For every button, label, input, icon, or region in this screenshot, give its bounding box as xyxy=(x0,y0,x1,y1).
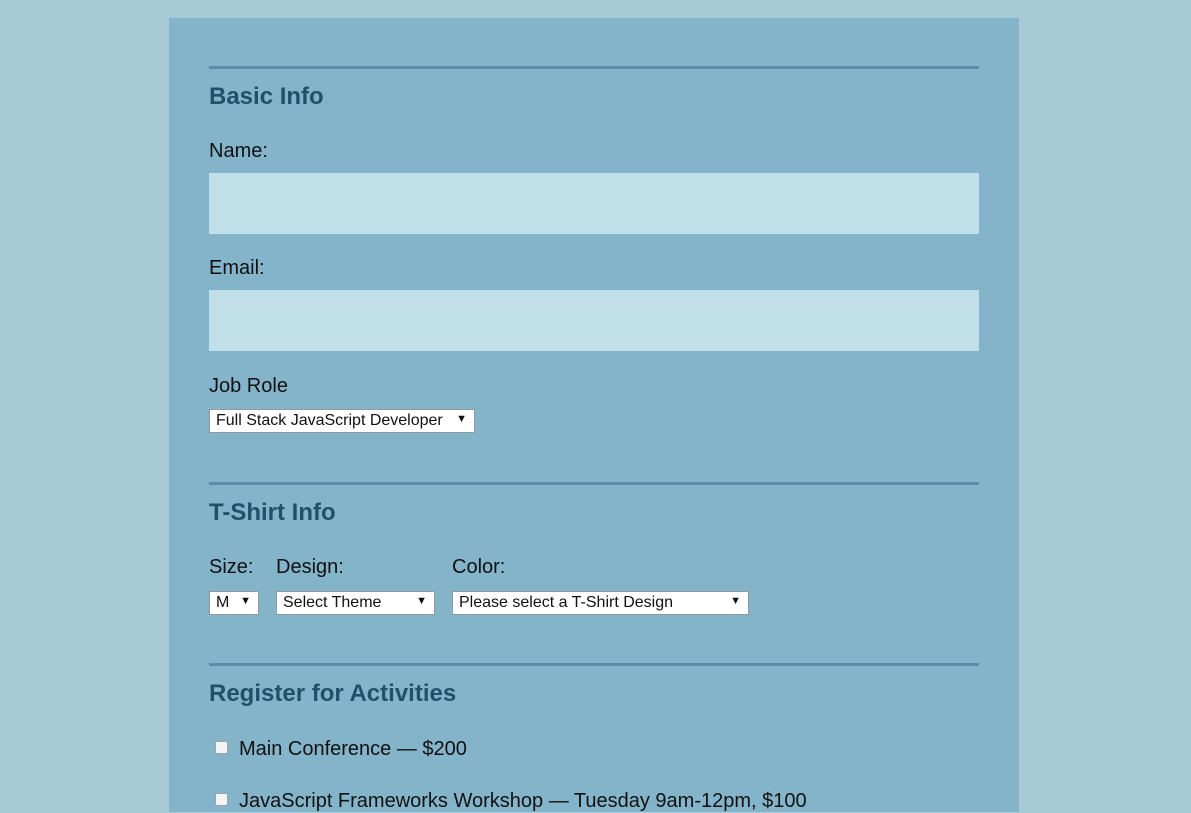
job-role-select[interactable]: Full Stack JavaScript Developer ▼ xyxy=(209,409,475,433)
color-label: Color: xyxy=(452,556,506,578)
section-divider xyxy=(209,66,979,69)
main-conference-checkbox[interactable] xyxy=(215,741,228,754)
color-select[interactable]: Please select a T-Shirt Design ▼ xyxy=(452,591,749,615)
dropdown-arrow-icon: ▼ xyxy=(416,595,427,607)
section-divider xyxy=(209,482,979,485)
name-input[interactable] xyxy=(209,173,979,234)
size-select[interactable]: M ▼ xyxy=(209,591,259,615)
name-label: Name: xyxy=(209,140,268,162)
tshirt-info-heading: T-Shirt Info xyxy=(209,499,336,526)
design-selected-value: Select Theme xyxy=(283,594,382,611)
design-select[interactable]: Select Theme ▼ xyxy=(276,591,435,615)
color-selected-value: Please select a T-Shirt Design xyxy=(459,594,674,611)
section-divider xyxy=(209,663,979,666)
registration-form: Basic Info Name: Email: Job Role Full St… xyxy=(169,18,1019,812)
job-role-label: Job Role xyxy=(209,375,288,397)
main-conference-label: Main Conference — $200 xyxy=(239,738,467,760)
dropdown-arrow-icon: ▼ xyxy=(240,595,251,607)
activities-heading: Register for Activities xyxy=(209,680,457,707)
job-role-selected-value: Full Stack JavaScript Developer xyxy=(216,412,443,429)
dropdown-arrow-icon: ▼ xyxy=(730,595,741,607)
js-frameworks-label: JavaScript Frameworks Workshop — Tuesday… xyxy=(239,790,807,812)
dropdown-arrow-icon: ▼ xyxy=(456,413,467,425)
email-input[interactable] xyxy=(209,290,979,351)
email-label: Email: xyxy=(209,257,265,279)
basic-info-heading: Basic Info xyxy=(209,83,324,110)
js-frameworks-checkbox[interactable] xyxy=(215,793,228,806)
size-label: Size: xyxy=(209,556,254,578)
design-label: Design: xyxy=(276,556,344,578)
size-selected-value: M xyxy=(216,594,230,611)
